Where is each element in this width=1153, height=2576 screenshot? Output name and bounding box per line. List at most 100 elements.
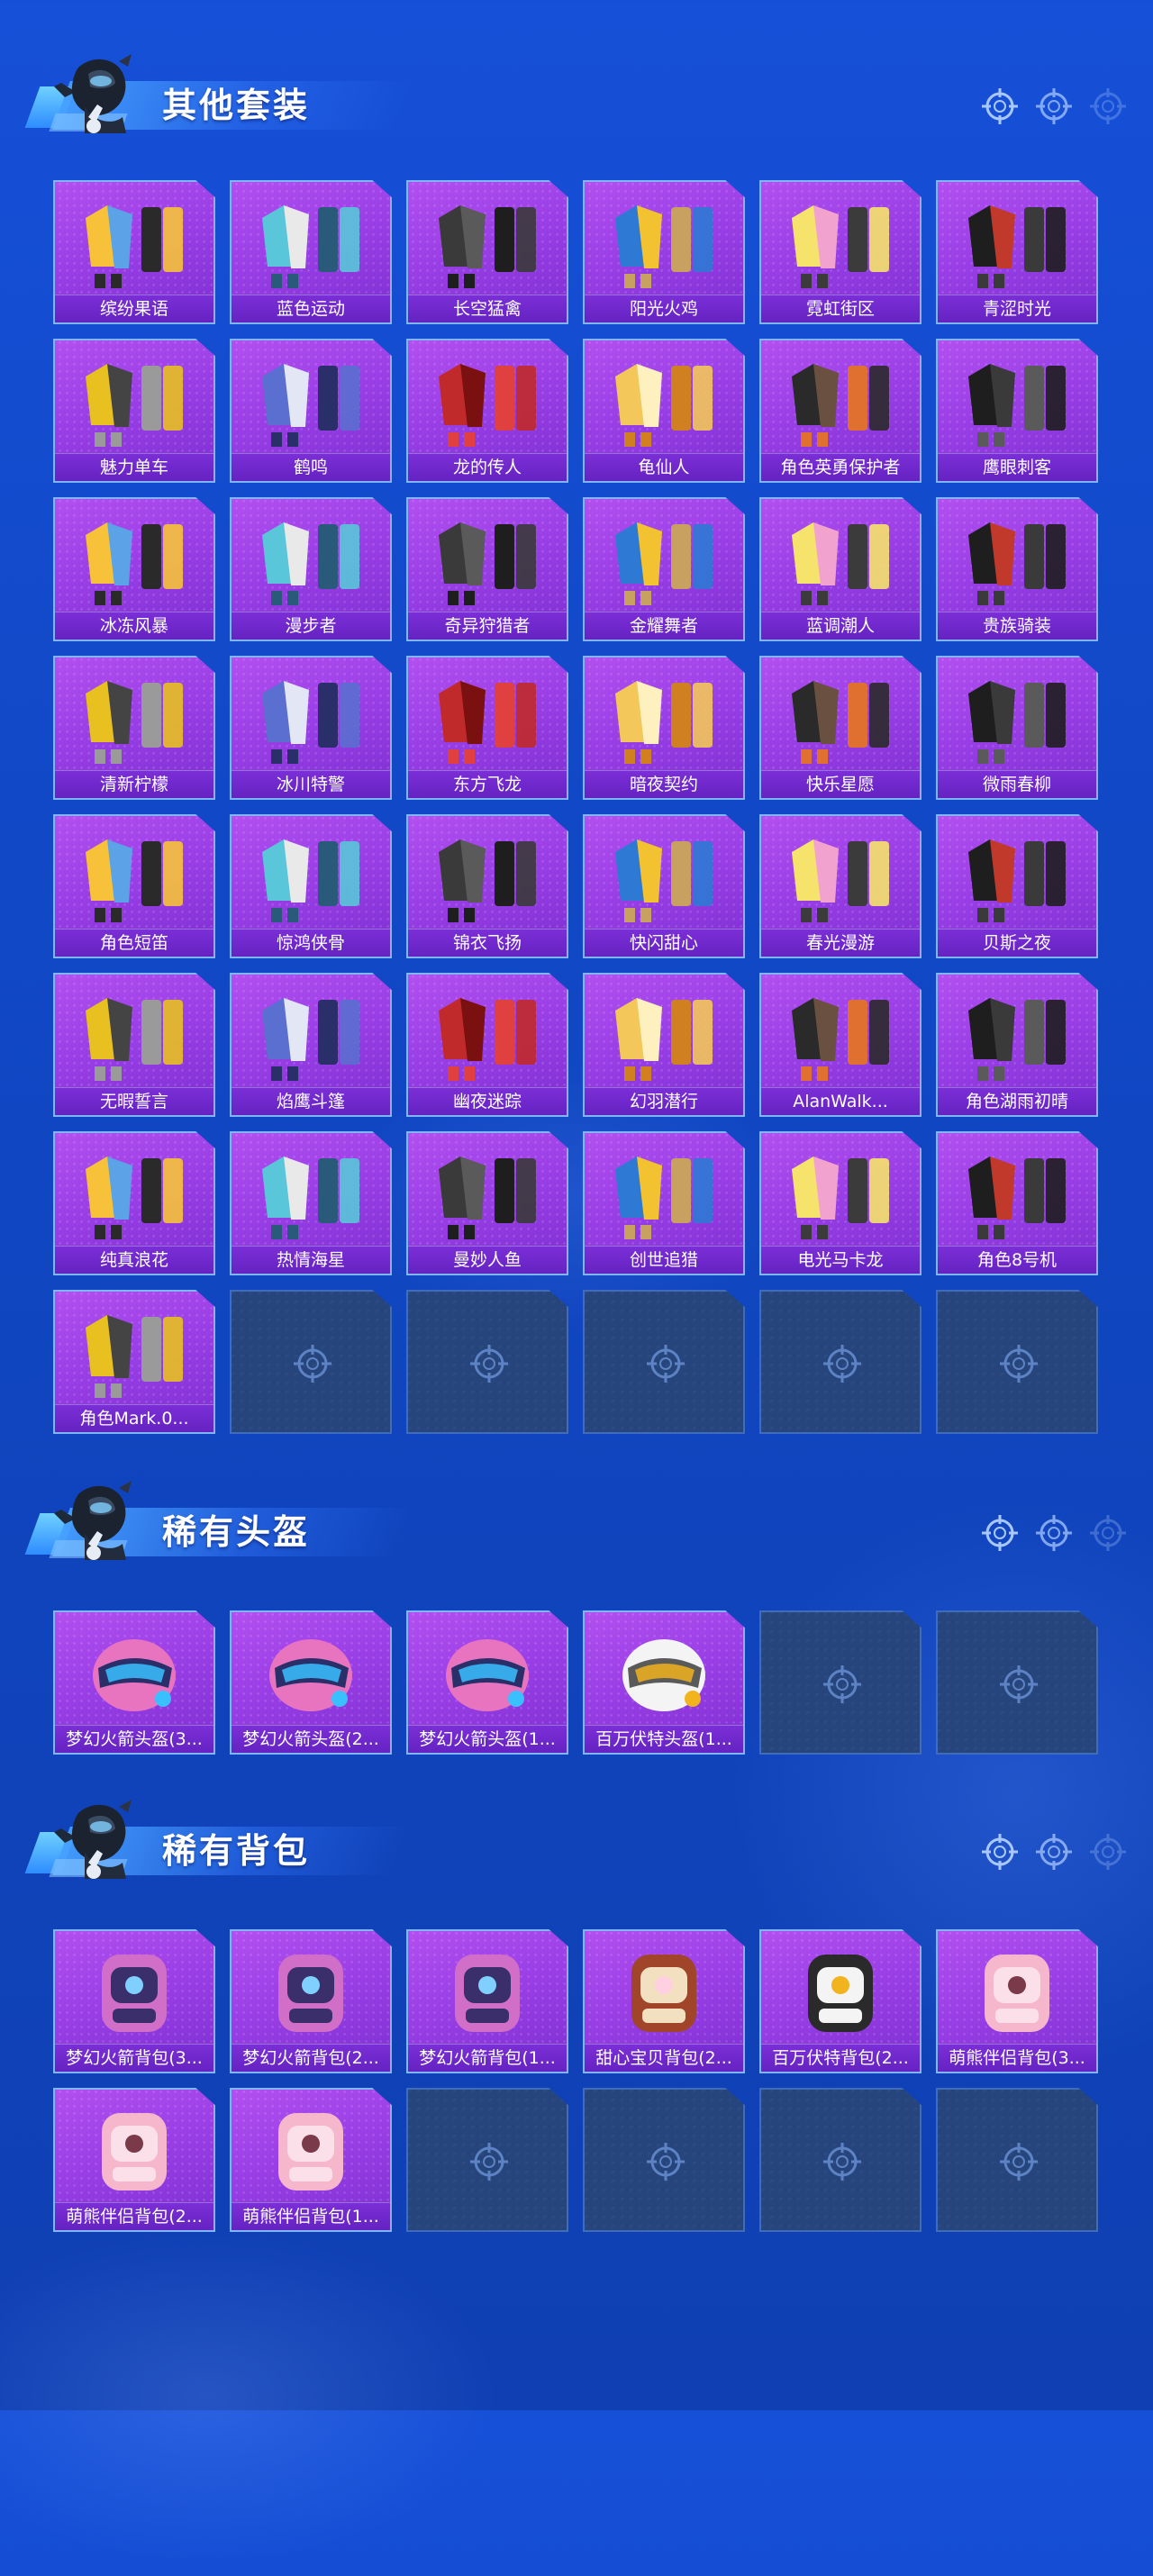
item-card[interactable]: 梦幻火箭背包(1... xyxy=(406,1929,568,2073)
item-card[interactable]: 无暇誓言 xyxy=(53,973,215,1117)
item-image xyxy=(278,2113,343,2191)
item-card[interactable]: 幽夜迷踪 xyxy=(406,973,568,1117)
item-card[interactable]: 曼妙人鱼 xyxy=(406,1131,568,1275)
item-card[interactable]: 奇异狩猎者 xyxy=(406,497,568,641)
item-image xyxy=(86,998,183,1081)
item-card[interactable]: 百万伏特背包(2... xyxy=(759,1929,921,2073)
item-card[interactable]: 快闪甜心 xyxy=(583,814,745,958)
item-card[interactable]: 梦幻火箭头盔(2... xyxy=(230,1610,392,1755)
crosshair-icon xyxy=(1088,1832,1128,1872)
item-image xyxy=(615,364,713,447)
item-image xyxy=(262,998,359,1081)
item-label: 角色英勇保护者 xyxy=(761,453,920,481)
item-card[interactable]: 霓虹街区 xyxy=(759,180,921,324)
item-card[interactable]: 惊鸿侠骨 xyxy=(230,814,392,958)
item-card[interactable]: 暗夜契约 xyxy=(583,656,745,800)
item-card[interactable]: 甜心宝贝背包(2... xyxy=(583,1929,745,2073)
empty-slot xyxy=(936,1610,1098,1755)
item-card[interactable]: 春光漫游 xyxy=(759,814,921,958)
item-image xyxy=(968,998,1066,1081)
item-image xyxy=(792,681,889,764)
item-label: 快闪甜心 xyxy=(585,929,743,957)
item-card[interactable]: 东方飞龙 xyxy=(406,656,568,800)
item-label: 创世追猎 xyxy=(585,1246,743,1274)
item-label: 春光漫游 xyxy=(761,929,920,957)
item-card[interactable]: 龟仙人 xyxy=(583,339,745,483)
item-card[interactable]: 萌熊伴侣背包(3... xyxy=(936,1929,1098,2073)
item-card[interactable]: 萌熊伴侣背包(2... xyxy=(53,2088,215,2232)
item-card[interactable]: 角色8号机 xyxy=(936,1131,1098,1275)
item-card[interactable]: 漫步者 xyxy=(230,497,392,641)
item-card[interactable]: 阳光火鸡 xyxy=(583,180,745,324)
item-label: 幽夜迷踪 xyxy=(408,1087,567,1115)
item-card[interactable]: 金耀舞者 xyxy=(583,497,745,641)
item-card[interactable]: 长空猛禽 xyxy=(406,180,568,324)
item-card[interactable]: 创世追猎 xyxy=(583,1131,745,1275)
item-image xyxy=(622,1639,705,1711)
item-card[interactable]: 蓝调潮人 xyxy=(759,497,921,641)
item-card[interactable]: 焰鹰斗篷 xyxy=(230,973,392,1117)
item-card[interactable]: 龙的传人 xyxy=(406,339,568,483)
item-label: 快乐星愿 xyxy=(761,770,920,798)
item-label: 暗夜契约 xyxy=(585,770,743,798)
crosshair-icon xyxy=(997,1342,1040,1385)
item-card[interactable]: 鹤鸣 xyxy=(230,339,392,483)
item-label: 梦幻火箭背包(3... xyxy=(55,2044,213,2072)
item-card[interactable]: 快乐星愿 xyxy=(759,656,921,800)
item-card[interactable]: 幻羽潜行 xyxy=(583,973,745,1117)
item-card[interactable]: 微雨春柳 xyxy=(936,656,1098,800)
item-label: 龟仙人 xyxy=(585,453,743,481)
item-label: 无暇誓言 xyxy=(55,1087,213,1115)
item-card[interactable]: 冰川特警 xyxy=(230,656,392,800)
item-label: 金耀舞者 xyxy=(585,612,743,639)
item-image xyxy=(86,839,183,922)
crosshair-icon xyxy=(1034,1513,1074,1553)
section-title: 稀有背包 xyxy=(162,1831,311,1871)
item-card[interactable]: 锦衣飞扬 xyxy=(406,814,568,958)
item-image xyxy=(86,1315,183,1398)
empty-slot xyxy=(583,1290,745,1434)
item-card[interactable]: AlanWalk... xyxy=(759,973,921,1117)
item-label: 萌熊伴侣背包(2... xyxy=(55,2202,213,2230)
item-card[interactable]: 梦幻火箭背包(2... xyxy=(230,1929,392,2073)
section-helmets: 稀有头盔 梦幻火箭头盔(3... 梦幻火箭头盔(2... 梦幻火箭头盔(1...… xyxy=(0,1477,1153,1783)
item-card[interactable]: 鹰眼刺客 xyxy=(936,339,1098,483)
item-card[interactable]: 百万伏特头盔(1... xyxy=(583,1610,745,1755)
item-card[interactable]: 角色英勇保护者 xyxy=(759,339,921,483)
item-label: 角色湖雨初晴 xyxy=(938,1087,1096,1115)
item-card[interactable]: 纯真浪花 xyxy=(53,1131,215,1275)
item-image xyxy=(792,205,889,288)
crosshair-icon xyxy=(821,1663,864,1706)
crosshair-icon xyxy=(980,1832,1020,1872)
item-card[interactable]: 贵族骑装 xyxy=(936,497,1098,641)
item-card[interactable]: 冰冻风暴 xyxy=(53,497,215,641)
crosshair-icon xyxy=(1088,1513,1128,1553)
item-image xyxy=(262,364,359,447)
item-image xyxy=(86,681,183,764)
item-card[interactable]: 梦幻火箭头盔(3... xyxy=(53,1610,215,1755)
item-card[interactable]: 青涩时光 xyxy=(936,180,1098,324)
item-card[interactable]: 梦幻火箭背包(3... xyxy=(53,1929,215,2073)
item-card[interactable]: 缤纷果语 xyxy=(53,180,215,324)
item-card[interactable]: 萌熊伴侣背包(1... xyxy=(230,2088,392,2232)
item-card[interactable]: 贝斯之夜 xyxy=(936,814,1098,958)
item-card[interactable]: 角色Mark.0... xyxy=(53,1290,215,1434)
item-card[interactable]: 清新柠檬 xyxy=(53,656,215,800)
item-image xyxy=(439,839,536,922)
item-image xyxy=(792,1156,889,1239)
item-card[interactable]: 蓝色运动 xyxy=(230,180,392,324)
item-card[interactable]: 热情海星 xyxy=(230,1131,392,1275)
item-label: 萌熊伴侣背包(3... xyxy=(938,2044,1096,2072)
item-label: 梦幻火箭头盔(2... xyxy=(232,1725,390,1753)
item-card[interactable]: 角色短笛 xyxy=(53,814,215,958)
item-card[interactable]: 电光马卡龙 xyxy=(759,1131,921,1275)
item-card[interactable]: 魅力单车 xyxy=(53,339,215,483)
crosshair-icon xyxy=(291,1342,334,1385)
item-label: 百万伏特背包(2... xyxy=(761,2044,920,2072)
item-label: 阳光火鸡 xyxy=(585,295,743,322)
crosshair-icon xyxy=(468,1342,511,1385)
item-label: 霓虹街区 xyxy=(761,295,920,322)
crosshair-icon xyxy=(997,1663,1040,1706)
item-card[interactable]: 角色湖雨初晴 xyxy=(936,973,1098,1117)
item-card[interactable]: 梦幻火箭头盔(1... xyxy=(406,1610,568,1755)
